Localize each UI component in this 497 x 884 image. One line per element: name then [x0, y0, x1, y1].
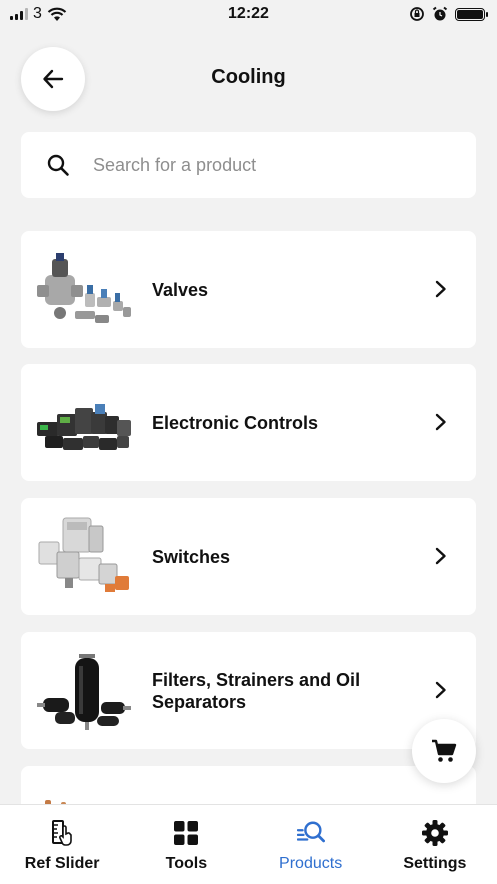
orientation-lock-icon — [410, 7, 424, 21]
tab-label: Settings — [403, 855, 467, 872]
search-input[interactable] — [91, 153, 435, 177]
valves-product-image — [35, 245, 135, 335]
category-label: Electronic Controls — [152, 412, 319, 433]
product-search-icon — [296, 819, 325, 847]
chevron-right-icon — [435, 413, 446, 431]
tab-label: Tools — [165, 855, 208, 872]
switches-product-image — [35, 512, 135, 602]
search-icon — [45, 152, 71, 178]
tab-label: Ref Slider — [24, 855, 100, 872]
tab-settings[interactable]: Settings — [373, 805, 497, 884]
category-label: Switches — [152, 546, 231, 567]
cart-icon — [432, 739, 457, 762]
gear-icon — [421, 819, 449, 847]
battery-icon — [455, 7, 488, 21]
electronic-controls-product-image — [35, 378, 135, 468]
category-card-filters-strainers-oil-separators[interactable]: Filters, Strainers and Oil Separators — [21, 632, 476, 749]
tab-products[interactable]: Products — [249, 805, 373, 884]
category-card-switches[interactable]: Switches — [21, 498, 476, 615]
chevron-right-icon — [435, 681, 446, 699]
category-card-electronic-controls[interactable]: Electronic Controls — [21, 364, 476, 481]
tab-bar: Ref Slider Tools Products Settings — [0, 804, 497, 884]
tab-tools[interactable]: Tools — [124, 805, 248, 884]
status-bar: 3 12:22 — [0, 0, 497, 30]
alarm-icon — [432, 6, 448, 21]
category-label: Filters, Strainers and Oil Separators — [152, 669, 361, 712]
page-title: Cooling — [211, 66, 286, 88]
status-right — [409, 6, 488, 22]
filters-product-image — [35, 646, 135, 736]
tab-ref-slider[interactable]: Ref Slider — [0, 805, 124, 884]
chevron-right-icon — [435, 280, 446, 298]
tab-label: Products — [279, 855, 343, 872]
search-box[interactable] — [21, 132, 476, 198]
cart-button[interactable] — [412, 719, 476, 783]
grid-icon — [172, 819, 200, 847]
category-card-valves[interactable]: Valves — [21, 231, 476, 348]
ref-slider-icon — [48, 819, 76, 847]
category-label: Valves — [152, 279, 209, 300]
chevron-right-icon — [435, 547, 446, 565]
